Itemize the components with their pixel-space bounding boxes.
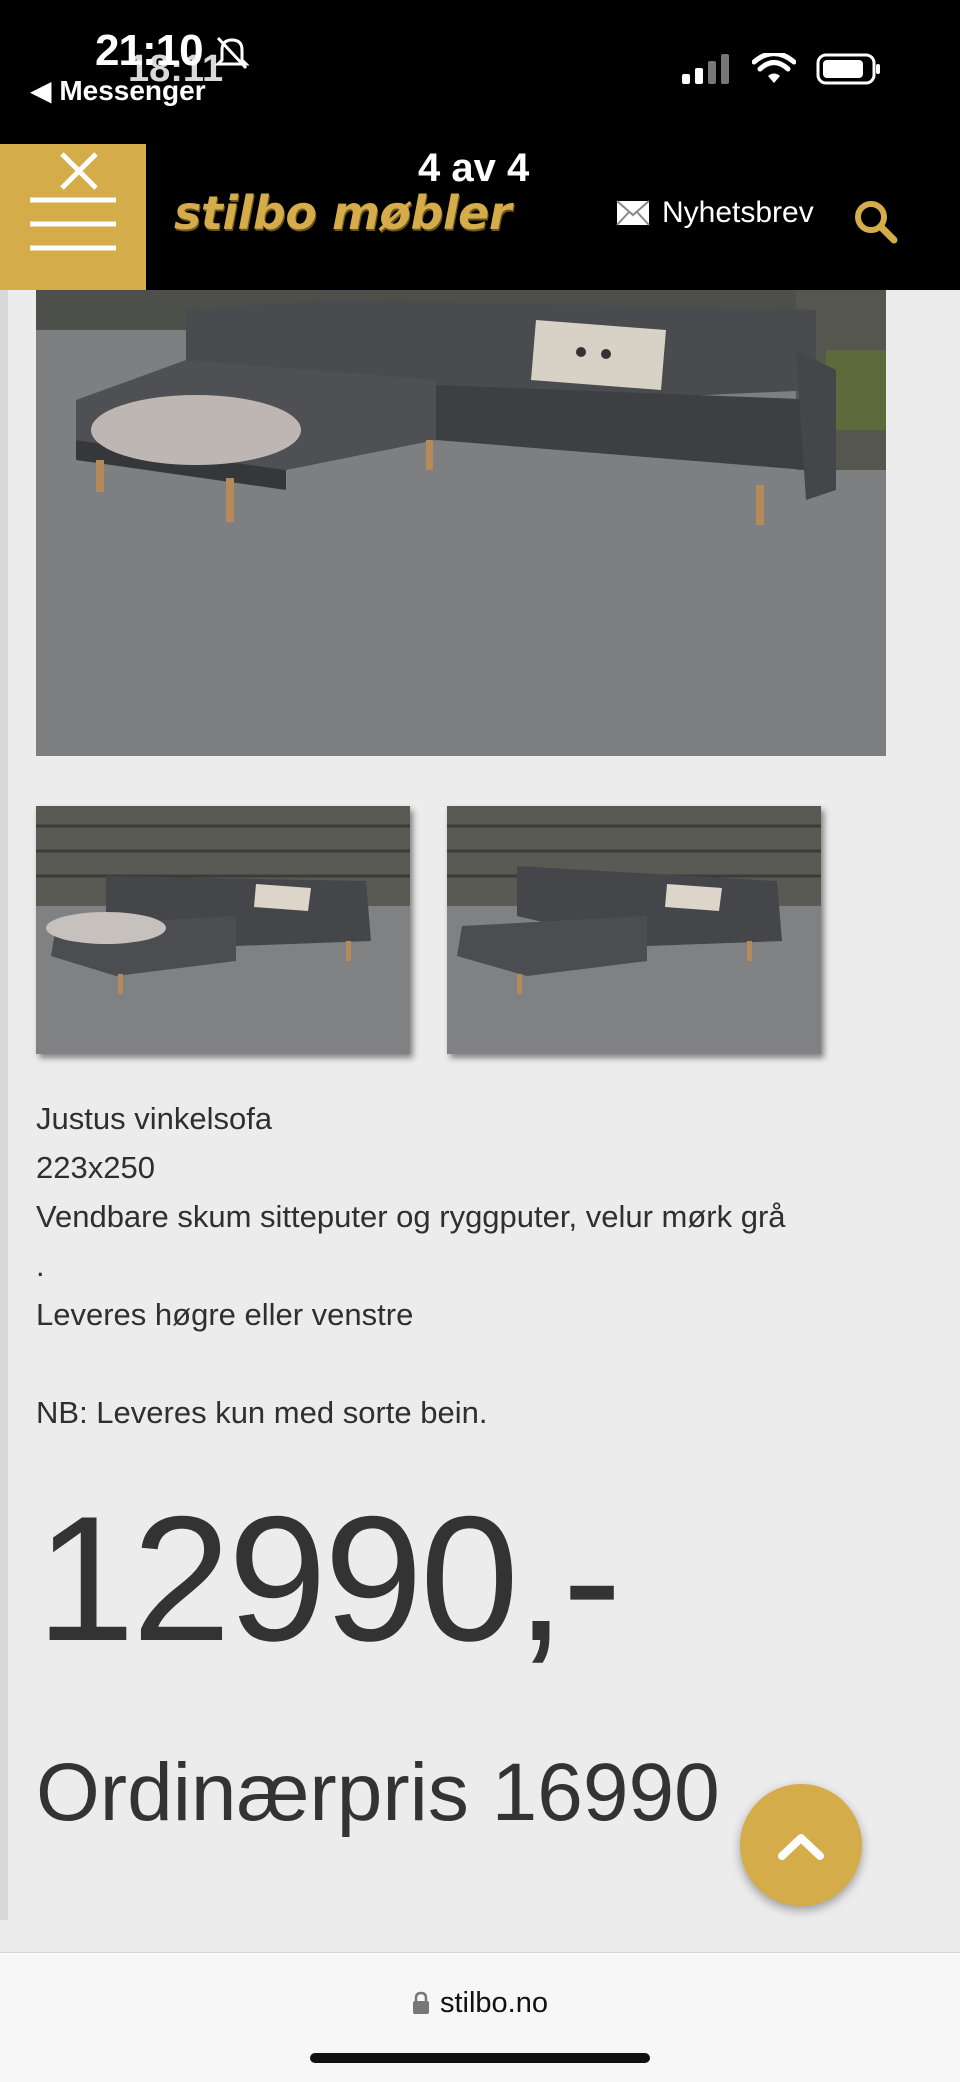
product-price: 12990,-	[36, 1479, 622, 1678]
close-menu-icon	[30, 152, 116, 251]
product-thumbnail[interactable]	[447, 806, 821, 1054]
product-thumbnail[interactable]	[36, 806, 410, 1054]
description-line: Leveres høgre eller venstre	[36, 1297, 414, 1332]
description-line: Vendbare skum sitteputer og ryggputer, v…	[36, 1199, 786, 1234]
product-description: Justus vinkelsofa 223x250 Vendbare skum …	[36, 1094, 896, 1437]
scroll-to-top-button[interactable]	[740, 1784, 862, 1906]
browser-url-bar[interactable]: stilbo.no	[0, 1952, 960, 2082]
description-blank-line	[36, 1339, 896, 1388]
url-display[interactable]: stilbo.no	[0, 1987, 960, 2020]
product-title: Justus vinkelsofa	[36, 1101, 273, 1136]
wifi-icon	[752, 53, 796, 83]
back-to-messenger-link[interactable]: ◀ Messenger	[30, 74, 206, 107]
search-icon[interactable]	[852, 198, 900, 251]
battery-icon	[816, 53, 880, 85]
product-dimensions: 223x250	[36, 1150, 155, 1185]
newsletter-link[interactable]: Nyhetsbrev	[616, 196, 814, 230]
cellular-signal-icon	[682, 54, 729, 84]
top-bar: 21:10 18:11 ◀ Messenger 4 av 4 stilbo mø…	[0, 0, 960, 290]
site-logo[interactable]: stilbo møbler	[174, 186, 512, 240]
envelope-icon	[616, 200, 650, 226]
url-text: stilbo.no	[439, 1987, 548, 2019]
home-indicator[interactable]	[310, 2053, 650, 2063]
status-icons	[682, 52, 882, 86]
ordinary-price: Ordinærpris 16990	[36, 1747, 720, 1838]
menu-button[interactable]	[0, 144, 146, 290]
chevron-up-icon	[778, 1834, 824, 1860]
description-line: .	[36, 1248, 45, 1283]
newsletter-label: Nyhetsbrev	[662, 196, 814, 229]
product-main-photo[interactable]	[36, 290, 886, 756]
page-left-edge	[0, 290, 8, 1920]
bell-muted-icon	[212, 34, 252, 75]
page-counter: 4 av 4	[418, 146, 530, 190]
lock-icon	[412, 1991, 429, 2014]
description-line: NB: Leveres kun med sorte bein.	[36, 1395, 488, 1430]
